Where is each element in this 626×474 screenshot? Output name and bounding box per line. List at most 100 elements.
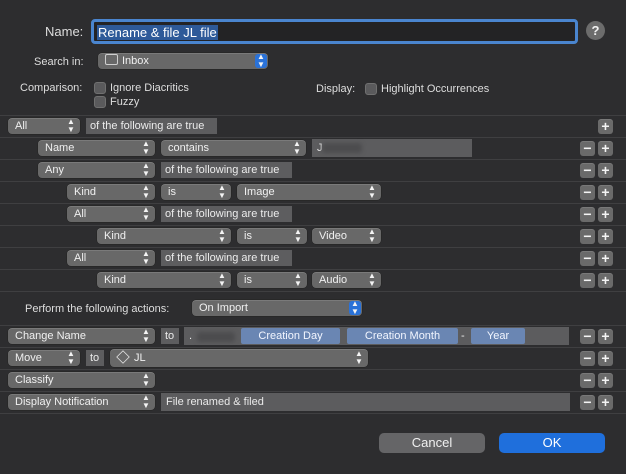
row5-operator-popup[interactable]: is ▲ ▼ (237, 228, 307, 244)
search-in-label: Search in: (34, 56, 84, 68)
row5-field-popup[interactable]: Kind ▲ ▼ (97, 228, 231, 244)
token-year[interactable]: Year (471, 328, 525, 344)
trigger-popup[interactable]: On Import ▲ ▼ (192, 300, 362, 316)
chevron-updown-icon: ▲ ▼ (368, 227, 376, 244)
token-creation-day[interactable]: Creation Day (241, 328, 340, 344)
ignore-diacritics-label: Ignore Diacritics (110, 82, 189, 94)
row1-operator-popup[interactable]: contains ▲ ▼ (161, 140, 306, 156)
inbox-icon (105, 54, 118, 65)
notification-text: File renamed & filed (166, 396, 264, 408)
add-condition-button[interactable]: + (598, 229, 613, 244)
row4-suffix: of the following are true (161, 206, 292, 222)
top-quantifier-popup[interactable]: All ▲ ▼ (8, 118, 80, 134)
remove-action-button[interactable]: − (580, 351, 595, 366)
action2-value: Move (15, 352, 42, 364)
trigger-value: On Import (199, 302, 248, 314)
separator (0, 391, 626, 392)
add-action-button[interactable]: + (598, 329, 613, 344)
remove-action-button[interactable]: − (580, 329, 595, 344)
remove-condition-button[interactable]: − (580, 251, 595, 266)
add-condition-button[interactable]: + (598, 273, 613, 288)
add-action-button[interactable]: + (598, 351, 613, 366)
highlight-checkbox[interactable] (365, 83, 377, 95)
action3-value: Classify (15, 374, 54, 386)
row5-value-value: Video (319, 230, 347, 242)
add-condition-button[interactable]: + (598, 163, 613, 178)
remove-condition-button[interactable]: − (580, 229, 595, 244)
rename-pattern-dot: . (189, 330, 193, 342)
separator (0, 247, 626, 248)
add-condition-button[interactable]: + (598, 119, 613, 134)
name-field[interactable]: Rename & file JL file (91, 19, 578, 44)
row4-quantifier-value: All (74, 208, 87, 220)
separator (0, 137, 626, 138)
chevron-updown-icon: ▲ ▼ (67, 117, 75, 134)
destination-popup[interactable]: JL ▲ ▼ (110, 349, 368, 367)
row3-value-value: Image (244, 186, 275, 198)
add-condition-button[interactable]: + (598, 207, 613, 222)
row3-value-popup[interactable]: Image ▲ ▼ (237, 184, 381, 200)
ignore-diacritics-checkbox[interactable] (94, 82, 106, 94)
action4-popup[interactable]: Display Notification ▲ ▼ (8, 394, 155, 410)
separator (0, 369, 626, 370)
row3-field-popup[interactable]: Kind ▲ ▼ (67, 184, 155, 200)
add-action-button[interactable]: + (598, 373, 613, 388)
chevron-updown-icon: ▲ ▼ (142, 139, 150, 156)
row2-quantifier-popup[interactable]: Any ▲ ▼ (38, 162, 155, 178)
row7-field-value: Kind (104, 274, 127, 286)
add-action-button[interactable]: + (598, 395, 613, 410)
top-suffix: of the following are true (86, 118, 217, 134)
name-value: Rename & file JL file (97, 25, 218, 40)
chevron-updown-icon: ▲ ▼ (368, 183, 376, 200)
fuzzy-label: Fuzzy (110, 96, 140, 108)
remove-condition-button[interactable]: − (580, 141, 595, 156)
row7-field-popup[interactable]: Kind ▲ ▼ (97, 272, 231, 288)
highlight-label: Highlight Occurrences (381, 83, 490, 95)
cancel-button[interactable]: Cancel (379, 433, 485, 453)
action4-value: Display Notification (15, 396, 109, 408)
separator (0, 413, 626, 414)
add-condition-button[interactable]: + (598, 185, 613, 200)
remove-action-button[interactable]: − (580, 373, 595, 388)
chevron-updown-icon: ▲ ▼ (294, 227, 302, 244)
remove-condition-button[interactable]: − (580, 273, 595, 288)
ok-button[interactable]: OK (499, 433, 605, 453)
add-condition-button[interactable]: + (598, 251, 613, 266)
token-creation-month[interactable]: Creation Month (347, 328, 458, 344)
destination-value: JL (134, 352, 146, 364)
chevron-updown-icon: ▲ ▼ (142, 371, 150, 388)
row5-value-popup[interactable]: Video ▲ ▼ (312, 228, 381, 244)
pattern-dash: - (461, 330, 465, 342)
action3-popup[interactable]: Classify ▲ ▼ (8, 372, 155, 388)
fuzzy-checkbox[interactable] (94, 96, 106, 108)
row1-field-popup[interactable]: Name ▲ ▼ (38, 140, 155, 156)
action1-popup[interactable]: Change Name ▲ ▼ (8, 328, 155, 344)
help-icon[interactable]: ? (586, 21, 605, 40)
separator (0, 181, 626, 182)
chevron-updown-icon: ▲ ▼ (255, 53, 267, 69)
remove-condition-button[interactable]: − (580, 207, 595, 222)
chevron-updown-icon: ▲ ▼ (218, 183, 226, 200)
remove-action-button[interactable]: − (580, 395, 595, 410)
display-label: Display: (316, 83, 356, 95)
search-in-popup[interactable]: Inbox ▲ ▼ (98, 53, 268, 69)
row7-value-popup[interactable]: Audio ▲ ▼ (312, 272, 381, 288)
row7-operator-popup[interactable]: is ▲ ▼ (237, 272, 307, 288)
action1-to: to (161, 328, 179, 344)
separator (0, 291, 626, 292)
row6-quantifier-value: All (74, 252, 87, 264)
perform-actions-label: Perform the following actions: (25, 303, 170, 315)
add-condition-button[interactable]: + (598, 141, 613, 156)
separator (0, 269, 626, 270)
row1-operator-value: contains (168, 142, 209, 154)
action2-popup[interactable]: Move ▲ ▼ (8, 350, 80, 366)
row4-quantifier-popup[interactable]: All ▲ ▼ (67, 206, 155, 222)
row6-quantifier-popup[interactable]: All ▲ ▼ (67, 250, 155, 266)
notification-text-field[interactable]: File renamed & filed (161, 393, 570, 411)
chevron-updown-icon: ▲ ▼ (218, 227, 226, 244)
row3-operator-popup[interactable]: is ▲ ▼ (161, 184, 231, 200)
remove-condition-button[interactable]: − (580, 185, 595, 200)
separator (0, 203, 626, 204)
remove-condition-button[interactable]: − (580, 163, 595, 178)
separator (0, 159, 626, 160)
